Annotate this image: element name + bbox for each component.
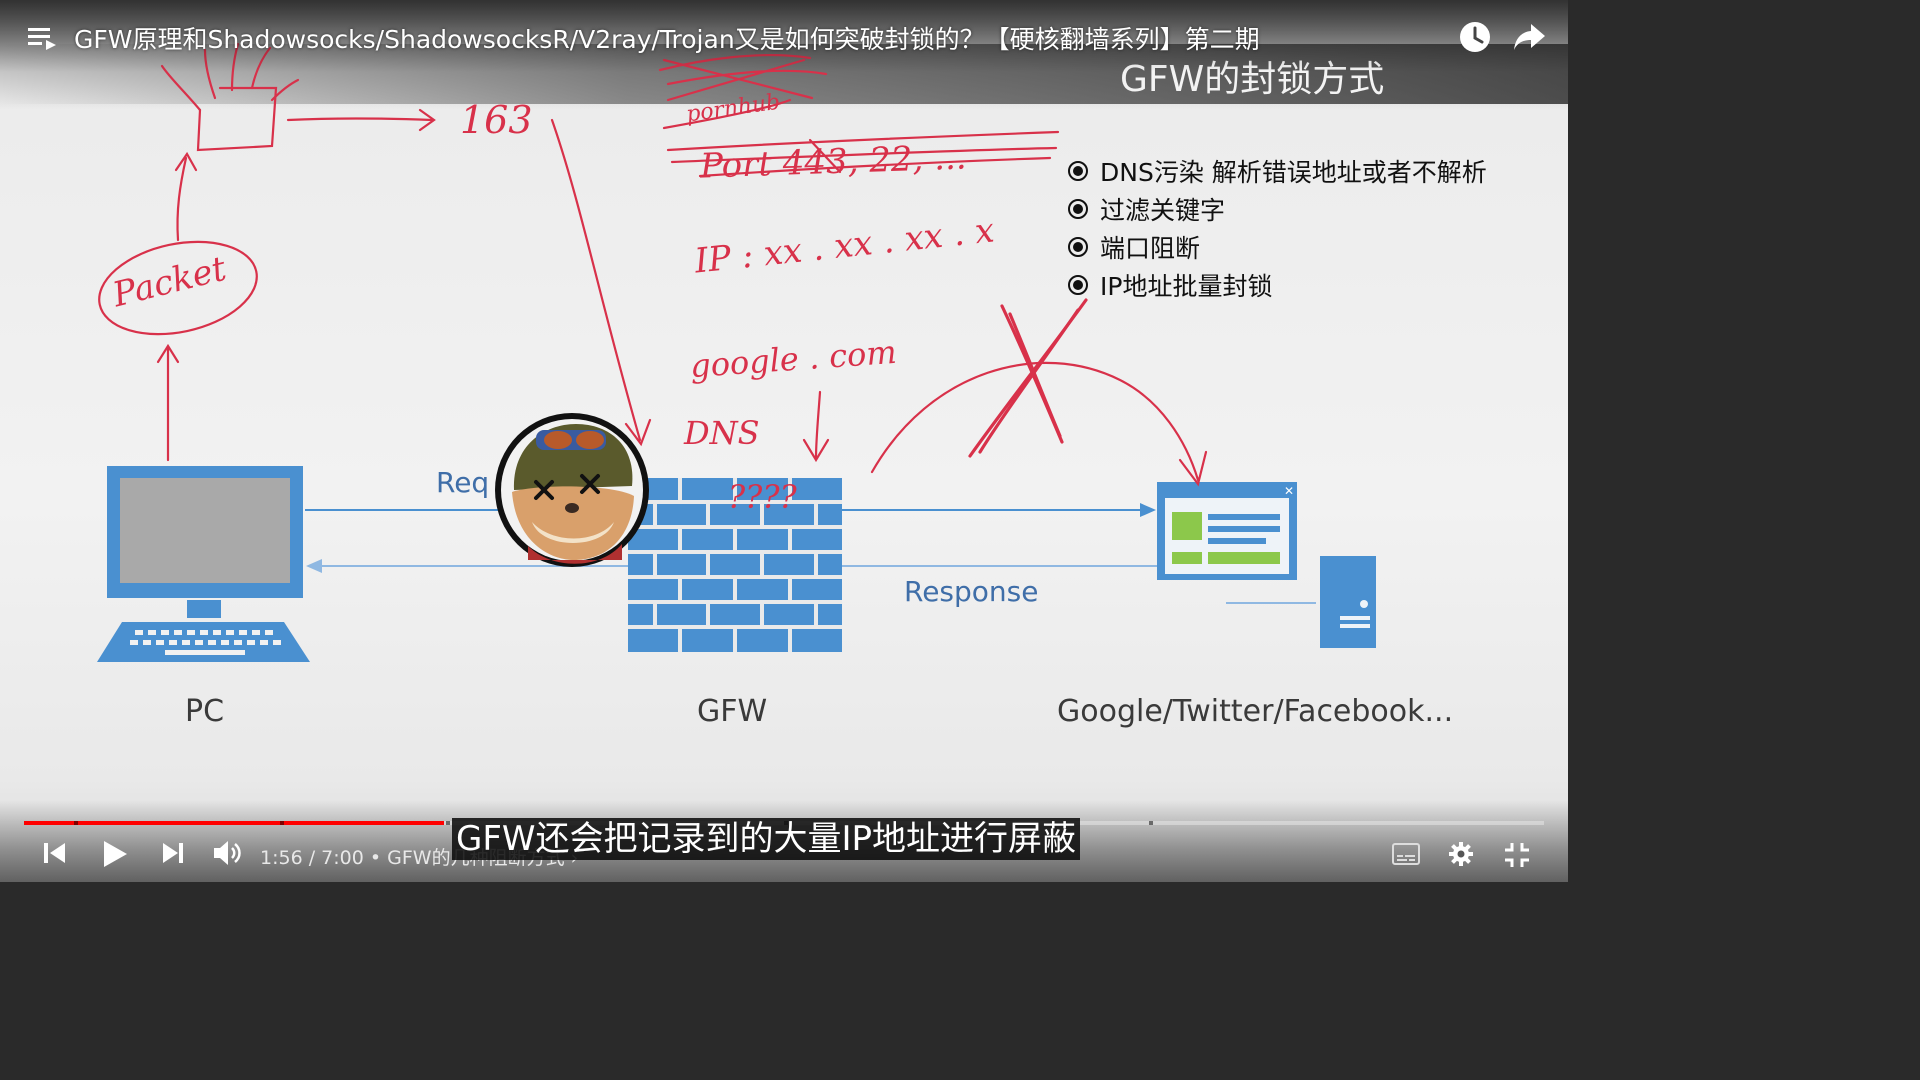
response-label: Response <box>904 575 1039 608</box>
request-label: Req <box>436 466 490 499</box>
previous-icon[interactable] <box>44 840 66 866</box>
video-player[interactable]: GFW的封锁方式 DNS污染 解析错误地址或者不解析 过滤关键字 端口阻断 IP… <box>0 0 1568 882</box>
chapter-marker <box>280 821 284 825</box>
sites-label: Google/Twitter/Facebook... <box>1057 694 1454 729</box>
next-icon[interactable] <box>162 840 184 866</box>
chapter-marker <box>446 821 450 825</box>
svg-text:✕: ✕ <box>1284 484 1294 498</box>
time-current: 1:56 <box>260 847 303 869</box>
chapter-marker <box>74 821 78 825</box>
subtitles-icon[interactable] <box>1392 843 1420 865</box>
gfw-label: GFW <box>697 694 768 729</box>
exit-fullscreen-icon[interactable] <box>1504 842 1530 868</box>
time-total: 7:00 <box>321 847 364 869</box>
website-window-icon: ✕ <box>1157 482 1297 580</box>
handwritten-dns: DNS <box>684 414 760 452</box>
time-separator: / <box>308 847 316 869</box>
video-title[interactable]: GFW原理和Shadowsocks/ShadowsocksR/V2ray/Tro… <box>74 20 1260 56</box>
pc-label: PC <box>185 694 225 729</box>
subtitle-caption: GFW还会把记录到的大量IP地址进行屏蔽 <box>452 818 1081 860</box>
settings-icon[interactable] <box>1448 841 1474 867</box>
avatar <box>495 413 649 567</box>
handwritten-question-marks: ???? <box>728 478 797 516</box>
playlist-icon[interactable] <box>28 26 58 52</box>
clock-icon[interactable] <box>1458 20 1492 54</box>
pc-icon <box>97 466 310 662</box>
chapter-marker <box>1149 821 1153 825</box>
diagram-canvas: ✕ <box>97 42 1376 662</box>
play-icon[interactable] <box>102 840 128 868</box>
handwritten-163: 163 <box>460 98 533 142</box>
progress-played <box>24 821 444 825</box>
share-icon[interactable] <box>1513 22 1547 52</box>
volume-icon[interactable] <box>214 840 242 866</box>
